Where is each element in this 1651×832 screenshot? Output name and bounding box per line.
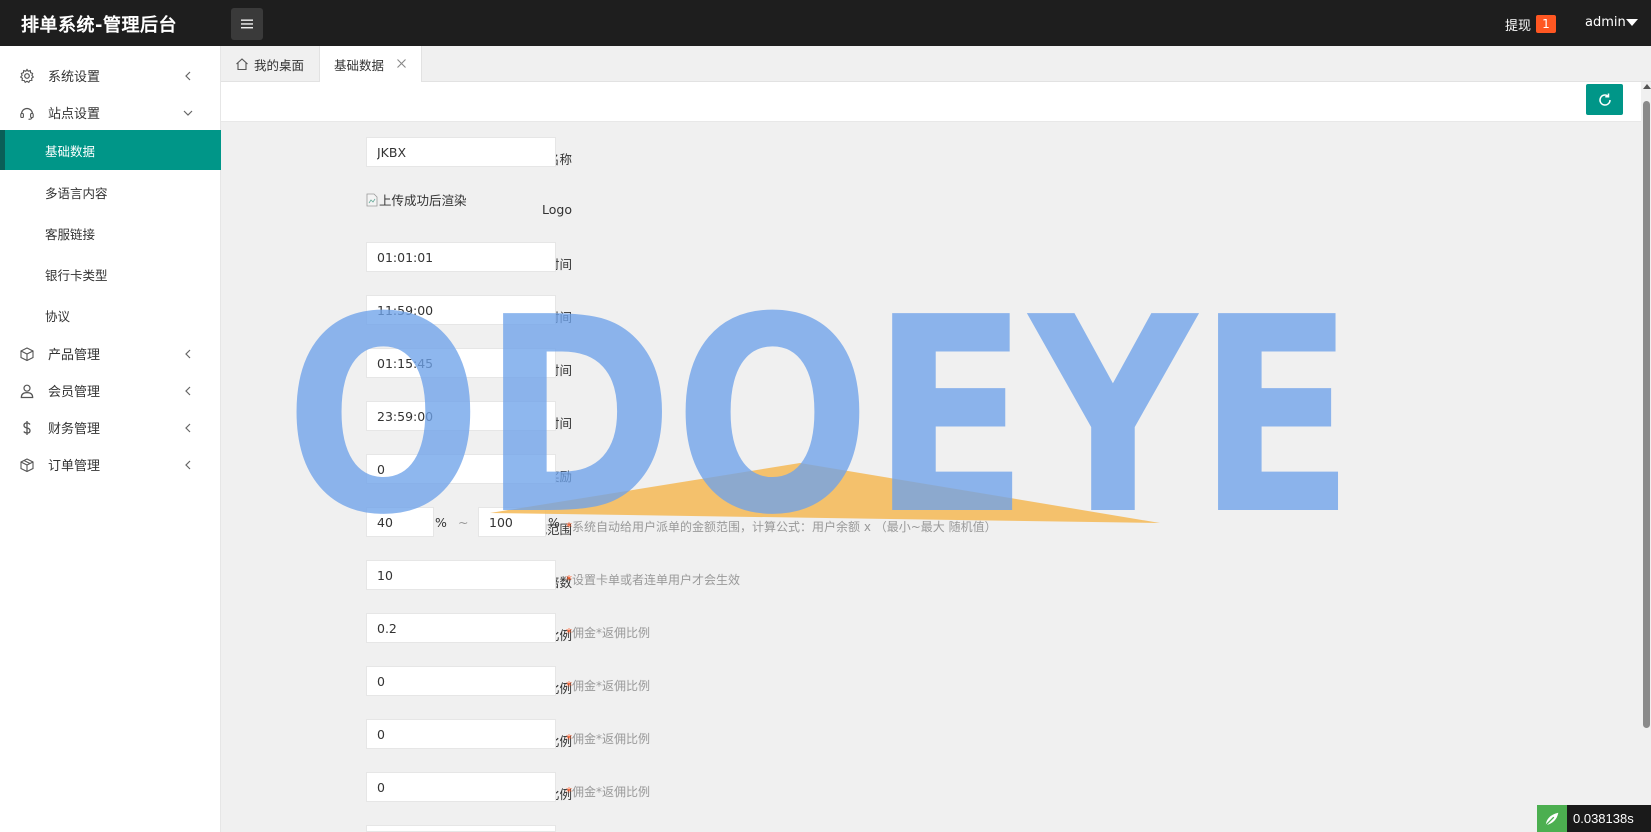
sidebar-subitem-bank-card-type[interactable]: 银行卡类型 [0, 254, 221, 294]
headset-icon [20, 107, 34, 120]
field-hint: *佣金*返佣比例 [566, 785, 651, 799]
sidebar-item-label: 会员管理 [48, 385, 101, 400]
gear-icon [19, 68, 35, 83]
app-name-input[interactable] [366, 137, 556, 167]
withdraw-end-input[interactable] [366, 401, 556, 431]
top-header: 排单系统-管理后台 提现 1 admin [0, 0, 1651, 46]
page-timing-badge: 0.038138s [1537, 805, 1651, 832]
user-menu[interactable]: admin [1585, 15, 1626, 30]
level3-commission-input[interactable] [366, 719, 556, 749]
chevron-left-icon [185, 349, 191, 358]
box-icon [20, 346, 34, 361]
sidebar-item-label: 财务管理 [48, 422, 101, 437]
refresh-icon [1598, 93, 1611, 106]
sidebar: 系统设置 站点设置 基础数据 多语言内容 客服链接 银行卡类型 协议 产品管理 [0, 46, 221, 832]
form-row-app-name: *APP名称 [221, 137, 1641, 177]
sidebar-subitem-service-link[interactable]: 客服链接 [0, 213, 221, 253]
form-row-close-time: *闭盘时间 [221, 295, 1641, 335]
form-row-withdraw-start: *提现-开始时间 [221, 348, 1641, 388]
percent-unit: % [435, 515, 447, 530]
form-row-level2: *二级返佣比例 *佣金*返佣比例 [221, 666, 1641, 706]
sidebar-item-products[interactable]: 产品管理 [0, 335, 221, 372]
sidebar-item-label: 协议 [45, 308, 71, 324]
menu-toggle-button[interactable] [231, 8, 263, 40]
sidebar-subitem-basic-data[interactable]: 基础数据 [0, 130, 221, 170]
field-hint: *佣金*返佣比例 [566, 679, 651, 693]
timing-value: 0.038138s [1573, 811, 1634, 826]
level1-commission-input[interactable] [366, 613, 556, 643]
field-hint: *佣金*返佣比例 [566, 626, 651, 640]
home-icon [236, 58, 248, 71]
percent-unit: % [548, 515, 560, 530]
sidebar-item-orders[interactable]: 订单管理 [0, 446, 221, 483]
field-hint: *系统自动给用户派单的金额范围，计算公式：用户余额 x （最小~最大 随机值） [566, 520, 997, 534]
sidebar-item-system-settings[interactable]: 系统设置 [0, 57, 221, 94]
tab-basic-data[interactable]: 基础数据 [319, 46, 422, 83]
content-toolbar [221, 82, 1641, 122]
sidebar-subitem-agreement[interactable]: 协议 [0, 295, 221, 335]
hamburger-icon [241, 19, 253, 29]
field-label: Logo [542, 202, 572, 217]
sidebar-item-finance[interactable]: 财务管理 [0, 409, 221, 446]
refresh-button[interactable] [1586, 84, 1623, 115]
form-row-register-reward: *注册奖励 [221, 454, 1641, 494]
sidebar-item-label: 系统设置 [48, 70, 101, 85]
sidebar-item-label: 客服链接 [45, 226, 96, 242]
close-time-input[interactable] [366, 295, 556, 325]
app-title: 排单系统-管理后台 [21, 15, 177, 36]
open-time-input[interactable] [366, 242, 556, 272]
package-icon [20, 457, 34, 472]
form-row-level3: *三级返佣比例 *佣金*返佣比例 [221, 719, 1641, 759]
range-separator: ~ [458, 515, 469, 530]
withdraw-start-input[interactable] [366, 348, 556, 378]
form-row-match-range: *匹配范围 % ~ % *系统自动给用户派单的金额范围，计算公式：用户余额 x … [221, 507, 1641, 547]
register-reward-input[interactable] [366, 454, 556, 484]
form-row-logo: Logo 上传成功后渲染 [221, 190, 1641, 230]
sidebar-subitem-multilang[interactable]: 多语言内容 [0, 172, 221, 212]
sidebar-item-label: 站点设置 [48, 107, 101, 122]
sidebar-item-members[interactable]: 会员管理 [0, 372, 221, 409]
sidebar-item-label: 订单管理 [48, 459, 101, 474]
withdraw-link[interactable]: 提现 [1505, 15, 1531, 34]
form-row-commission-multiple: *返佣倍数 *设置卡单或者连单用户才会生效 [221, 560, 1641, 600]
match-range-max-input[interactable] [478, 507, 546, 537]
tab-bar: 我的桌面 基础数据 [221, 46, 1651, 83]
chevron-left-icon [185, 71, 191, 80]
broken-image-icon [366, 193, 378, 206]
scroll-up-arrow-icon[interactable] [1643, 84, 1651, 89]
form-row-level1: *一级返佣比例 *佣金*返佣比例 [221, 613, 1641, 653]
leaf-icon [1537, 805, 1567, 832]
form-row-partial [221, 825, 1641, 832]
logo-alt-text: 上传成功后渲染 [379, 193, 467, 208]
level4-commission-input[interactable] [366, 772, 556, 802]
scrollbar-thumb[interactable] [1643, 101, 1650, 728]
level2-commission-input[interactable] [366, 666, 556, 696]
match-range-min-input[interactable] [366, 507, 434, 537]
tab-label: 我的桌面 [254, 57, 305, 73]
sidebar-item-label: 产品管理 [48, 348, 101, 363]
sidebar-item-site-settings[interactable]: 站点设置 [0, 94, 221, 131]
form-row-level4: *四级返佣比例 *佣金*返佣比例 [221, 772, 1641, 812]
field-hint: *佣金*返佣比例 [566, 732, 651, 746]
logo-image: 上传成功后渲染 [366, 190, 467, 209]
tab-label: 基础数据 [334, 58, 385, 73]
commission-multiple-input[interactable] [366, 560, 556, 590]
partial-input[interactable] [366, 825, 556, 832]
chevron-left-icon [185, 460, 191, 469]
chevron-down-icon [183, 110, 193, 116]
tab-home[interactable]: 我的桌面 [235, 46, 304, 82]
field-hint: *设置卡单或者连单用户才会生效 [566, 573, 741, 587]
sidebar-item-label: 多语言内容 [45, 185, 108, 201]
close-icon[interactable] [396, 58, 407, 69]
dollar-icon [23, 420, 31, 435]
chevron-left-icon [185, 423, 191, 432]
user-icon [20, 384, 34, 398]
form-row-open-time: *开盘时间 [221, 242, 1641, 282]
caret-down-icon[interactable] [1626, 19, 1638, 26]
withdraw-count-badge: 1 [1536, 15, 1556, 33]
chevron-left-icon [185, 386, 191, 395]
sidebar-item-label: 基础数据 [45, 143, 96, 159]
sidebar-item-label: 银行卡类型 [45, 267, 108, 283]
form-row-withdraw-end: *提现-结束时间 [221, 401, 1641, 441]
